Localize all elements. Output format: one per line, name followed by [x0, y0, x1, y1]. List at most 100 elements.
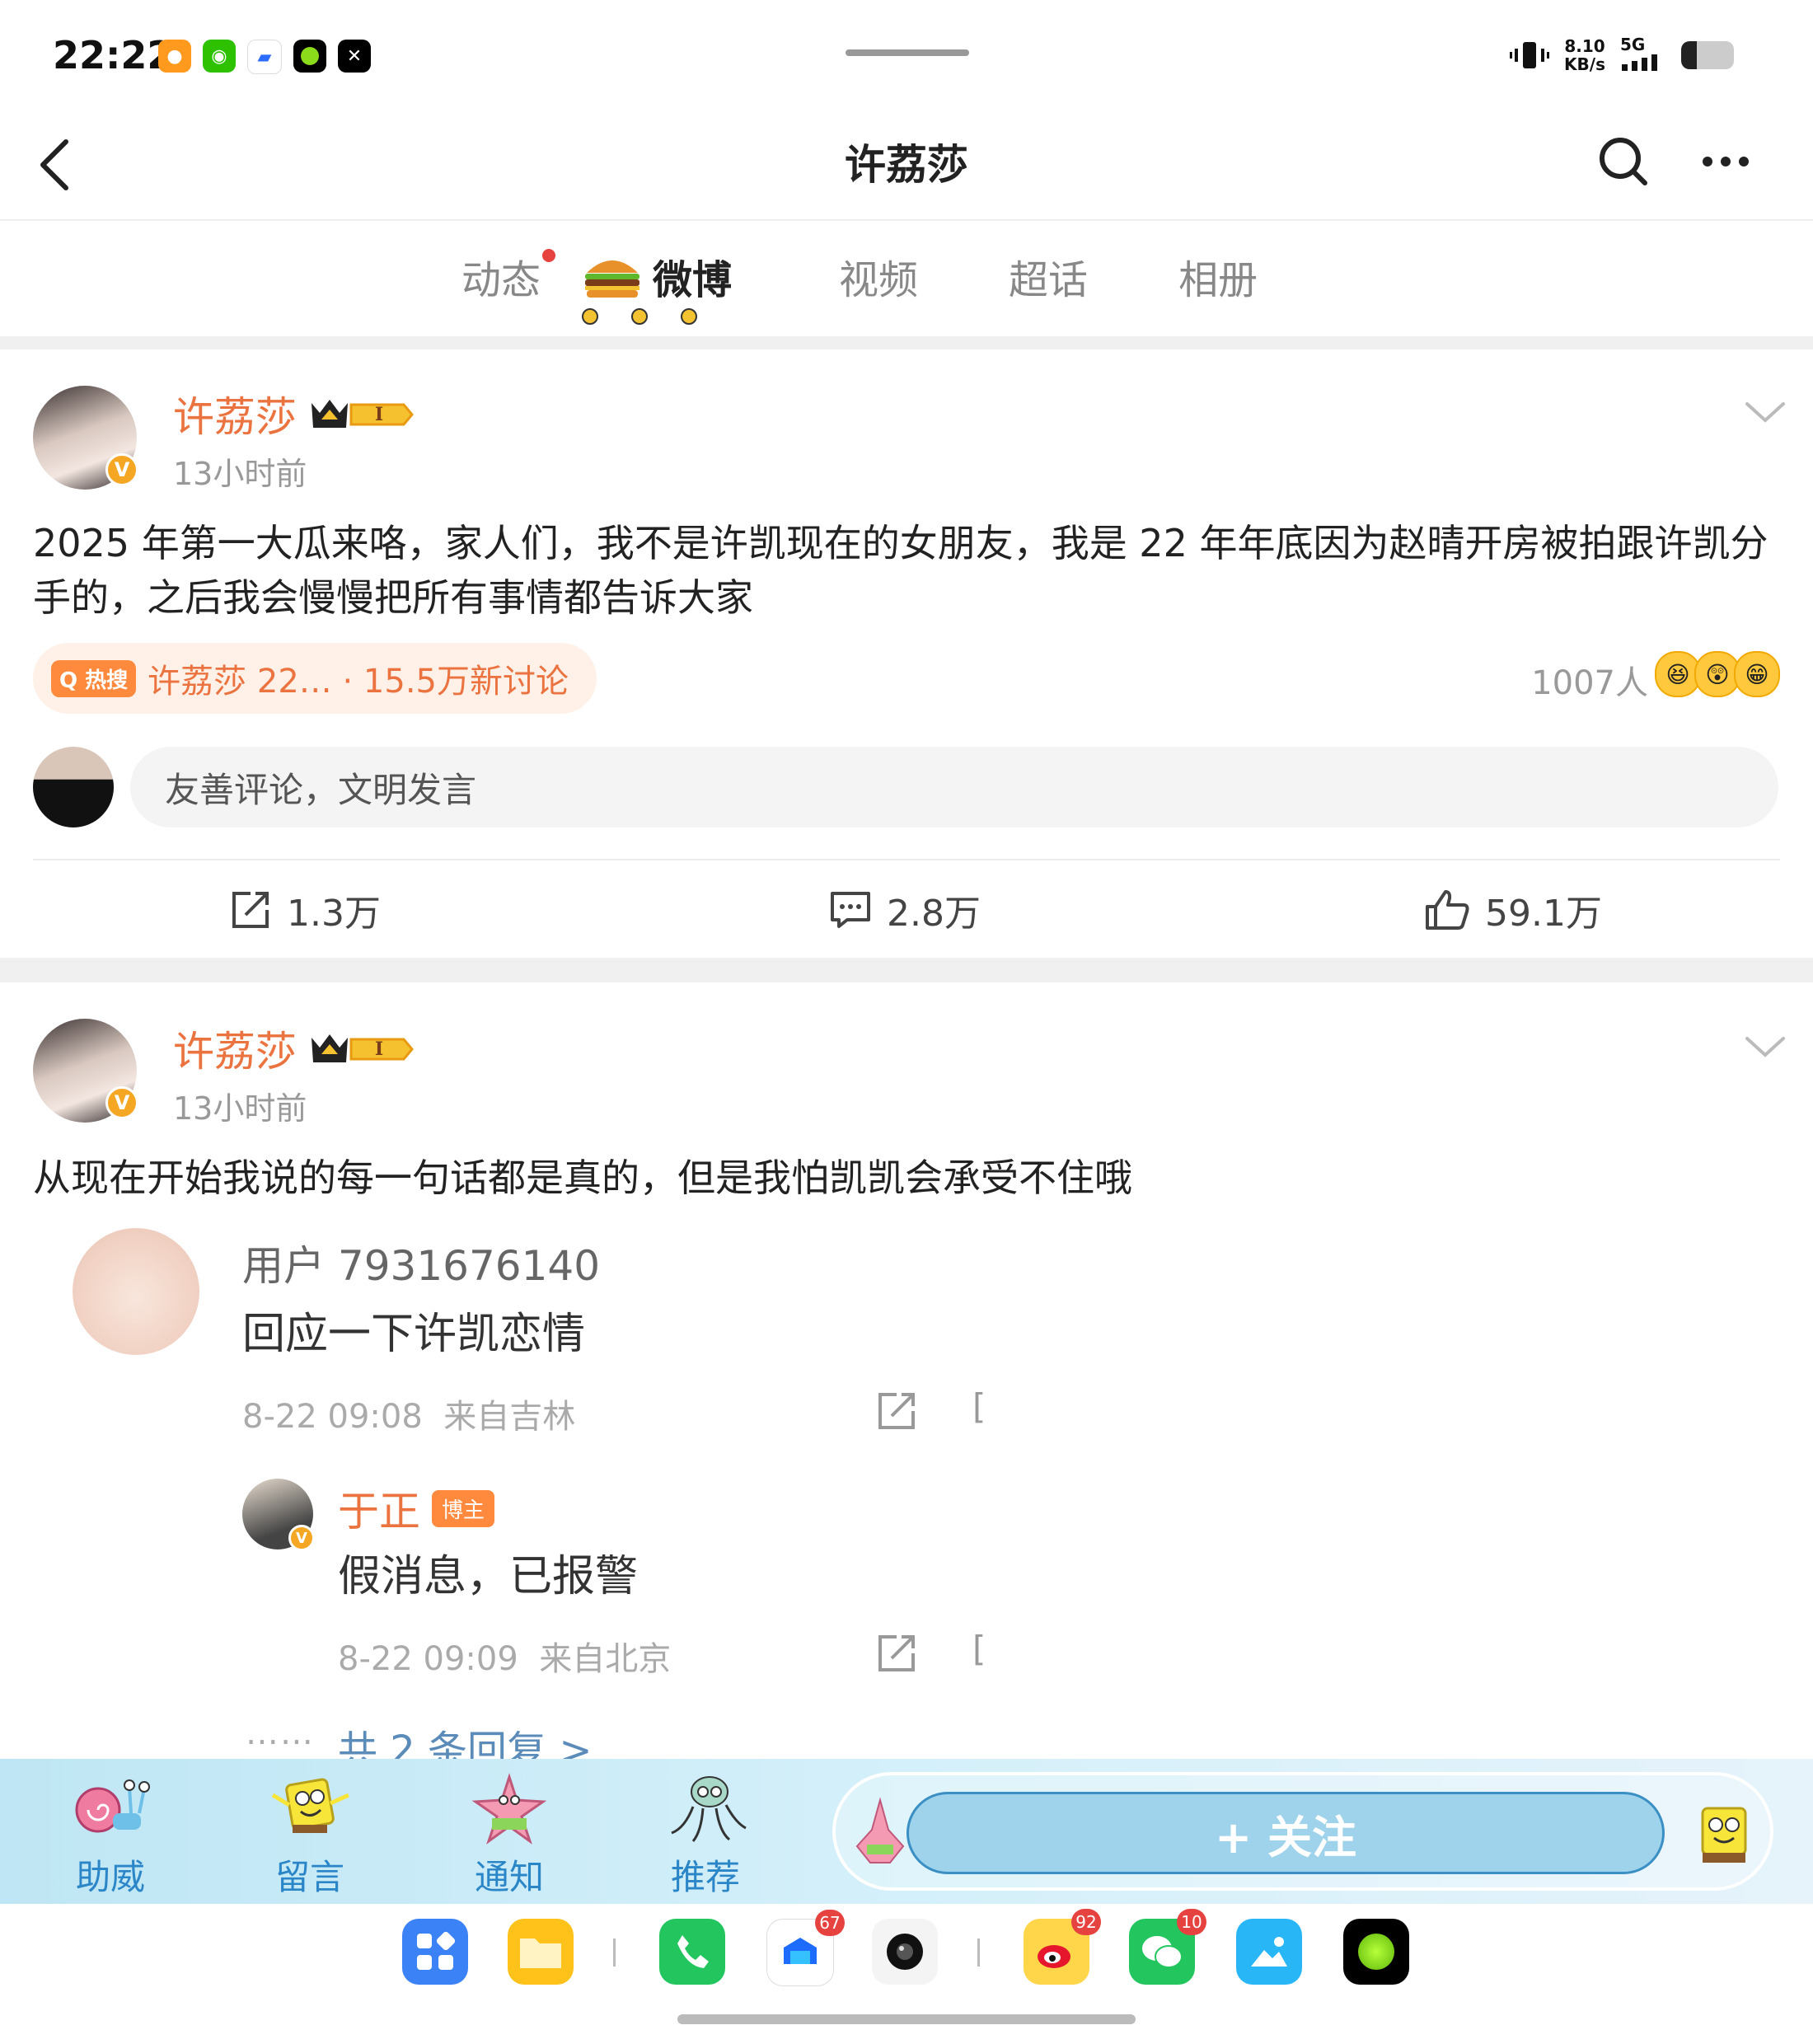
coin-icon [631, 308, 649, 325]
net-speed: 8.10 KB/s [1564, 35, 1605, 74]
comment-count: 2.8万 [887, 893, 981, 935]
coin-icon [582, 308, 599, 325]
nav-label: 通知 [474, 1857, 544, 1897]
notification-badge: 92 [1071, 1909, 1101, 1935]
share-icon [878, 1393, 915, 1429]
nav-notifications[interactable]: 通知 [443, 1770, 575, 1900]
action-divider [33, 859, 1780, 860]
window-grabber[interactable] [846, 49, 969, 56]
wechat-icon: ◉ [203, 40, 236, 73]
header-divider [0, 219, 1813, 221]
tab-label: 视频 [839, 257, 919, 303]
verified-badge: V [105, 1086, 138, 1119]
nav-message[interactable]: 留言 [244, 1770, 376, 1900]
author-row: 许荔莎 I [173, 1019, 415, 1078]
tab-weibo[interactable]: 微博 [582, 247, 733, 325]
notification-badge: 10 [1177, 1909, 1206, 1935]
nav-label: 推荐 [670, 1857, 740, 1897]
comment-input[interactable]: 友善评论，文明发言 [130, 747, 1778, 827]
signal-indicator: 5G [1620, 36, 1666, 73]
feishu-icon: ▰ [247, 40, 282, 74]
phone-icon[interactable] [659, 1919, 725, 1985]
tab-label: 相册 [1178, 257, 1258, 303]
files-icon[interactable] [508, 1919, 574, 1985]
reaction-emojis[interactable]: 😆 😲 😁 [1655, 651, 1780, 697]
repost-button[interactable]: 1.3万 [229, 884, 381, 936]
more-dot [1703, 157, 1712, 166]
replier-name: 于正 [338, 1488, 420, 1535]
like-button[interactable]: 59.1万 [1424, 884, 1602, 936]
post-text: 2025 年第一大瓜来咯，家人们，我不是许凯现在的女朋友，我是 22 年年底因为… [33, 521, 1768, 620]
hot-search-tag: Q 热搜 [51, 659, 137, 697]
vibrate-icon [1510, 41, 1550, 68]
starfish-icon [471, 1773, 547, 1845]
signal-bars-icon [1622, 54, 1657, 71]
status-time: 22:22 [53, 33, 174, 77]
camera-icon[interactable] [872, 1919, 938, 1985]
green-dot-app-icon [293, 40, 326, 73]
commenter-avatar [73, 1228, 199, 1355]
wechat-icon[interactable]: 10 [1129, 1909, 1206, 1985]
feishu-icon[interactable]: 67 [766, 1910, 845, 1986]
more-button[interactable] [1703, 148, 1755, 175]
svg-text:I: I [375, 1038, 383, 1060]
gallery-icon[interactable] [1236, 1919, 1302, 1985]
author-name[interactable]: 许荔莎 [173, 1019, 297, 1078]
comment-icon [831, 892, 870, 928]
tab-dynamics[interactable]: 动态 [461, 247, 556, 305]
unread-dot [542, 249, 556, 262]
comment-button[interactable]: 2.8万 [829, 884, 981, 936]
reaction-count: 1007人 [1531, 664, 1648, 702]
chevron-down-icon[interactable] [1744, 1034, 1787, 1058]
nav-label: 助威 [75, 1857, 145, 1897]
cut-off-icon: [ [972, 1629, 986, 1669]
green-dot-app-icon[interactable] [1343, 1919, 1409, 1985]
search-icon [1600, 138, 1647, 185]
reply-meta: 8-22 09:09 来自北京 [338, 1640, 672, 1678]
hot-search-pill[interactable]: Q 热搜 许荔莎 22… · 15.5万新讨论 [33, 643, 597, 714]
patrick-icon [855, 1797, 905, 1864]
blogger-badge: 博主 [432, 1489, 495, 1527]
status-indicators: 8.10 KB/s 5G [1510, 36, 1734, 73]
tab-video[interactable]: 视频 [839, 247, 918, 305]
search-button[interactable] [1597, 135, 1648, 186]
repost-count: 1.3万 [287, 893, 381, 935]
post-time: 13小时前 [173, 456, 307, 492]
nav-recommend[interactable]: 推荐 [639, 1770, 771, 1900]
tab-label: 超话 [1009, 257, 1089, 303]
repost-icon [232, 892, 269, 928]
tab-super-topic[interactable]: 超话 [1009, 247, 1088, 305]
home-indicator[interactable] [677, 2014, 1136, 2024]
dock-separator [977, 1939, 980, 1967]
status-app-icons: ● ◉ ▰ ✕ [158, 40, 371, 74]
crown-level-icon: I [312, 1034, 414, 1062]
more-dot [1739, 157, 1749, 166]
battery-fill [1681, 40, 1698, 69]
tab-label: 微博 [653, 257, 733, 303]
author-name[interactable]: 许荔莎 [173, 384, 297, 443]
hot-search-text: 许荔莎 22… · 15.5万新讨论 [148, 663, 569, 701]
ellipsis-divider: ⋯⋯ [246, 1723, 315, 1760]
section-separator [0, 336, 1813, 349]
battery-icon [1681, 40, 1734, 69]
comment-text: 回应一下许凯恋情 [242, 1310, 586, 1359]
chevron-down-icon[interactable] [1744, 399, 1787, 424]
share-icon [878, 1635, 915, 1671]
sponge-icon [271, 1778, 350, 1833]
capcut-icon: ✕ [338, 40, 371, 73]
squid-icon [671, 1776, 747, 1842]
commenter-name: 用户 7931676140 [242, 1242, 601, 1290]
author-row: 许荔莎 I [173, 384, 415, 443]
cut-off-icon: [ [972, 1386, 986, 1427]
weibo-icon[interactable]: 92 [1024, 1909, 1101, 1985]
reply-text: 假消息，已报警 [338, 1552, 639, 1601]
post-separator [0, 958, 1813, 982]
grin-emoji-icon: 😁 [1734, 651, 1780, 697]
verified-badge: V [105, 453, 138, 486]
nav-cheer[interactable]: 助威 [45, 1770, 176, 1900]
replier-row: 于正 博主 [338, 1479, 495, 1538]
follow-button[interactable]: + 关注 [906, 1792, 1665, 1874]
app-store-icon[interactable] [402, 1919, 468, 1985]
post-text: 从现在开始我说的每一句话都是真的，但是我怕凯凯会承受不住哦 [33, 1156, 1132, 1200]
tab-album[interactable]: 相册 [1178, 247, 1258, 305]
